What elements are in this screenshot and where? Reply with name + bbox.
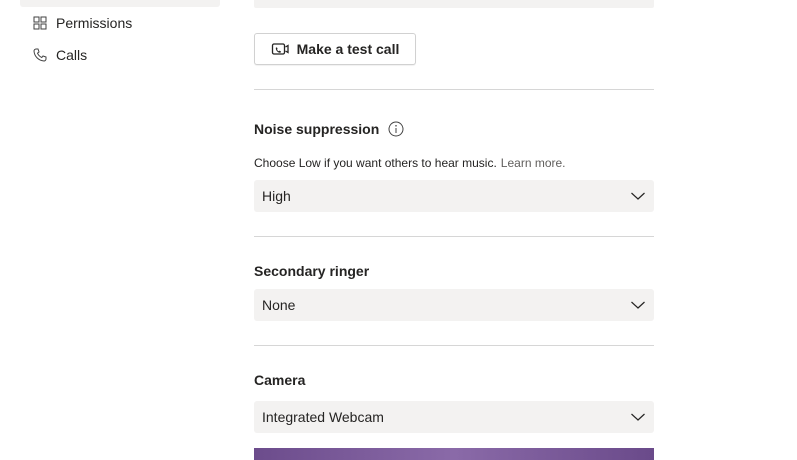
- phone-icon: [32, 47, 48, 63]
- info-icon[interactable]: [388, 121, 404, 137]
- noise-suppression-select[interactable]: High: [254, 180, 654, 212]
- sidebar-item-permissions[interactable]: Permissions: [32, 12, 132, 34]
- learn-more-link[interactable]: Learn more.: [501, 156, 566, 170]
- chevron-down-icon: [630, 188, 646, 204]
- audio-device-dropdown-remnant[interactable]: [254, 0, 654, 8]
- camera-value: Integrated Webcam: [262, 409, 384, 425]
- divider: [254, 236, 654, 237]
- chevron-down-icon: [630, 409, 646, 425]
- make-test-call-button[interactable]: Make a test call: [254, 33, 416, 65]
- noise-suppression-value: High: [262, 188, 291, 204]
- sidebar-item-label: Calls: [56, 47, 88, 63]
- secondary-ringer-value: None: [262, 297, 296, 313]
- chevron-down-icon: [630, 297, 646, 313]
- noise-suppression-description: Choose Low if you want others to hear mu…: [254, 156, 566, 170]
- divider: [254, 345, 654, 346]
- test-call-icon: [271, 41, 289, 57]
- permissions-icon: [32, 15, 48, 31]
- sidebar-item-calls[interactable]: Calls: [32, 44, 87, 66]
- sidebar-item-devices-remnant[interactable]: [20, 0, 220, 7]
- noise-suppression-title: Noise suppression: [254, 121, 380, 137]
- camera-heading: Camera: [254, 372, 306, 388]
- noise-suppression-heading: Noise suppression: [254, 121, 404, 137]
- secondary-ringer-select[interactable]: None: [254, 289, 654, 321]
- divider: [254, 89, 654, 90]
- make-test-call-label: Make a test call: [296, 41, 400, 57]
- camera-select[interactable]: Integrated Webcam: [254, 401, 654, 433]
- noise-suppression-description-text: Choose Low if you want others to hear mu…: [254, 156, 497, 170]
- secondary-ringer-heading: Secondary ringer: [254, 263, 370, 279]
- camera-preview: [254, 448, 654, 460]
- settings-sidebar: Permissions Calls: [0, 0, 232, 460]
- sidebar-item-label: Permissions: [56, 15, 133, 31]
